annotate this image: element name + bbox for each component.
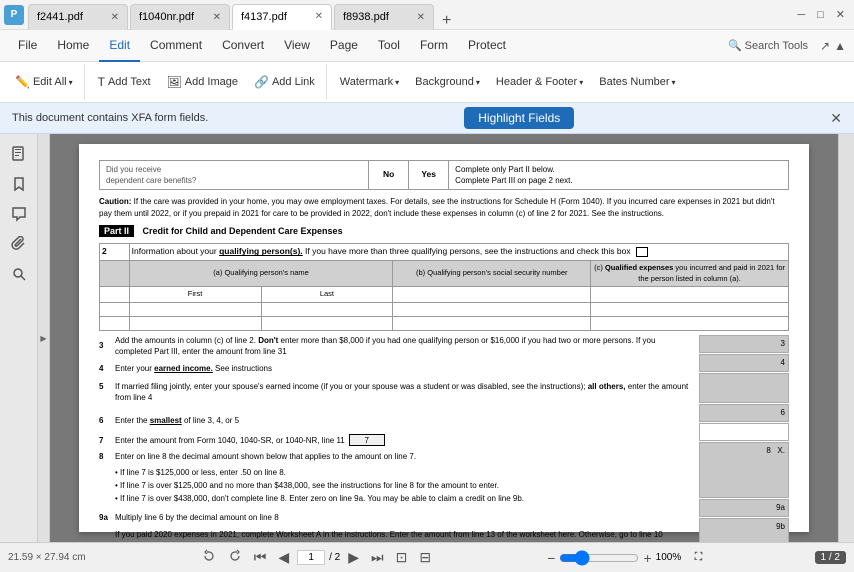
dimensions-label: 21.59 × 27.94 cm: [8, 552, 86, 563]
title-bar: P f2441.pdf ✕ f1040nr.pdf ✕ f4137.pdf ✕ …: [0, 0, 854, 30]
tab-protect[interactable]: Protect: [458, 30, 516, 62]
page-number-input[interactable]: [297, 550, 325, 565]
rotate-left-button[interactable]: [198, 547, 220, 568]
tab-close-f1040nr[interactable]: ✕: [213, 12, 221, 23]
last-page-button[interactable]: ⏭: [367, 547, 388, 568]
caution-text: Caution: If the care was provided in you…: [99, 196, 789, 218]
ribbon-group-content: T Add Text 🖼 Add Image 🔗 Add Link: [87, 64, 327, 100]
app-icon: P: [4, 5, 24, 25]
zoom-controls: − + 100% ⛶: [547, 550, 702, 566]
tab-convert[interactable]: Convert: [212, 30, 274, 62]
prev-page-button[interactable]: ◀: [274, 547, 293, 568]
watermark-dropdown-icon: ▾: [395, 78, 399, 87]
tab-f8938[interactable]: f8938.pdf ✕: [334, 4, 434, 30]
edit-all-button[interactable]: ✏️ Edit All ▾: [8, 72, 80, 92]
close-button[interactable]: ✕: [831, 6, 850, 23]
zoom-slider[interactable]: [559, 550, 639, 566]
right-scrollbar[interactable]: [838, 134, 854, 542]
add-link-button[interactable]: 🔗 Add Link: [247, 72, 322, 92]
lines-text: 3 Add the amounts in column (c) of line …: [99, 335, 693, 542]
sidebar-icon-bookmark[interactable]: [7, 172, 31, 196]
ribbon: File Home Edit Comment Convert View Page…: [0, 30, 854, 103]
rotate-right-button[interactable]: [224, 547, 246, 568]
search-tools-icon: 🔍: [728, 39, 742, 52]
main-layout: ▶ Did you receive dependent care benefit…: [0, 134, 854, 542]
add-image-icon: 🖼: [167, 75, 182, 89]
bottom-navigation: ⏮ ◀ / 2 ▶ ⏭ ⊡ ⊟: [198, 547, 435, 568]
tab-home[interactable]: Home: [47, 30, 99, 62]
background-button[interactable]: Background ▾: [408, 73, 487, 91]
ribbon-commands: ✏️ Edit All ▾ T Add Text 🖼 Add Image 🔗 A…: [0, 62, 854, 102]
tab-form[interactable]: Form: [410, 30, 458, 62]
tab-close-f2441[interactable]: ✕: [111, 12, 119, 23]
header-footer-button[interactable]: Header & Footer ▾: [489, 73, 590, 91]
fit-page-button[interactable]: ⊡: [392, 547, 412, 568]
tab-edit[interactable]: Edit: [99, 30, 140, 62]
sidebar-icon-search[interactable]: [7, 262, 31, 286]
tab-file[interactable]: File: [8, 30, 47, 62]
tab-close-f4137[interactable]: ✕: [315, 11, 323, 22]
tabs-container: f2441.pdf ✕ f1040nr.pdf ✕ f4137.pdf ✕ f8…: [28, 0, 788, 30]
tab-f1040nr[interactable]: f1040nr.pdf ✕: [130, 4, 230, 30]
add-text-button[interactable]: T Add Text: [91, 72, 158, 92]
add-image-button[interactable]: 🖼 Add Image: [160, 72, 245, 92]
sidebar-icon-pages[interactable]: [7, 142, 31, 166]
bates-number-button[interactable]: Bates Number ▾: [592, 73, 682, 91]
yes-label: Yes: [415, 169, 442, 181]
tab-tool[interactable]: Tool: [368, 30, 410, 62]
maximize-button[interactable]: □: [812, 7, 829, 23]
zoom-out-button[interactable]: −: [547, 550, 555, 566]
pdf-page: Did you receive dependent care benefits?…: [79, 144, 809, 532]
edit-all-icon: ✏️: [15, 75, 30, 89]
ribbon-group-edit: ✏️ Edit All ▾: [4, 64, 85, 100]
content-area[interactable]: Did you receive dependent care benefits?…: [50, 134, 838, 542]
window-controls: ─ □ ✕: [792, 6, 850, 23]
tab-view[interactable]: View: [274, 30, 320, 62]
tab-page[interactable]: Page: [320, 30, 368, 62]
watermark-button[interactable]: Watermark ▾: [333, 73, 406, 91]
header-footer-dropdown-icon: ▾: [579, 78, 583, 87]
search-tools-button[interactable]: 🔍 Search Tools: [720, 37, 816, 54]
expand-button[interactable]: ↗: [820, 39, 830, 53]
tab-comment[interactable]: Comment: [140, 30, 212, 62]
first-page-button[interactable]: ⏮: [250, 547, 271, 568]
lines-section: 3 4 6 8 X. 9a 9b 10 3 Add the amounts in…: [99, 335, 789, 542]
add-link-icon: 🔗: [254, 75, 269, 89]
left-sidebar: [0, 134, 38, 542]
ribbon-up-button[interactable]: ▲: [834, 39, 846, 53]
sidebar-icon-comment[interactable]: [7, 202, 31, 226]
tab-close-f8938[interactable]: ✕: [417, 12, 425, 23]
sidebar-icon-attachment[interactable]: [7, 232, 31, 256]
sidebar-expand-handle[interactable]: ▶: [38, 134, 50, 542]
part-ii-header: Part II Credit for Child and Dependent C…: [99, 225, 789, 238]
zoom-in-button[interactable]: +: [643, 550, 651, 566]
fit-width-button[interactable]: ⊟: [415, 547, 435, 568]
background-dropdown-icon: ▾: [476, 78, 480, 87]
xfa-notice-bar: This document contains XFA form fields. …: [0, 103, 854, 134]
minimize-button[interactable]: ─: [792, 7, 810, 23]
highlight-fields-button[interactable]: Highlight Fields: [464, 107, 574, 129]
xfa-close-button[interactable]: ✕: [830, 110, 842, 127]
bates-number-dropdown-icon: ▾: [672, 78, 676, 87]
new-tab-button[interactable]: +: [436, 12, 457, 30]
zoom-level-label: 100%: [656, 552, 691, 563]
next-page-button[interactable]: ▶: [344, 547, 363, 568]
ribbon-tabs-row: File Home Edit Comment Convert View Page…: [0, 30, 854, 62]
edit-all-dropdown-icon: ▾: [69, 78, 73, 87]
ribbon-group-page-elements: Watermark ▾ Background ▾ Header & Footer…: [329, 64, 687, 100]
fullscreen-button[interactable]: ⛶: [695, 551, 703, 564]
tab-f2441[interactable]: f2441.pdf ✕: [28, 4, 128, 30]
right-number-column: 3 4 6 8 X. 9a 9b 10: [699, 335, 789, 542]
xfa-notice-text: This document contains XFA form fields.: [12, 112, 208, 124]
tab-f4137[interactable]: f4137.pdf ✕: [232, 4, 332, 30]
page-indicator: 1 / 2: [815, 551, 846, 564]
add-text-icon: T: [98, 75, 105, 89]
no-label: No: [375, 169, 402, 181]
